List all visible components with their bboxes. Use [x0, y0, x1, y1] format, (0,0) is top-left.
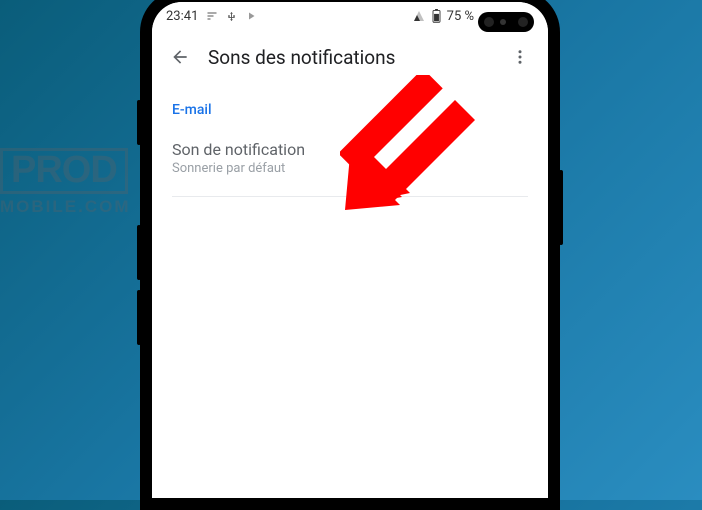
setting-subtitle: Sonnerie par défaut [172, 161, 528, 176]
more-vert-icon [511, 48, 529, 66]
status-time: 23:41 [166, 9, 198, 24]
arrow-back-icon [170, 47, 190, 67]
phone-side-button [559, 170, 563, 245]
watermark-sub: MOBILE.COM [0, 197, 131, 217]
section-label-email: E-mail [172, 102, 528, 118]
play-store-icon [245, 10, 257, 22]
status-battery-text: 75 % [447, 9, 474, 24]
back-button[interactable] [160, 37, 200, 77]
app-bar: Sons des notifications [152, 30, 548, 84]
camera-cutout [478, 12, 534, 32]
battery-icon [432, 9, 441, 23]
content-area: E-mail Son de notification Sonnerie par … [152, 84, 548, 197]
settings-toggle-icon [206, 10, 218, 22]
usb-icon [226, 11, 237, 22]
phone-side-button [137, 100, 141, 145]
phone-screen: 23:41 75 % [152, 2, 548, 498]
watermark-overlay: PROD MOBILE.COM [0, 148, 131, 217]
notification-sound-setting[interactable]: Son de notification Sonnerie par défaut [172, 140, 528, 192]
phone-side-button [137, 290, 141, 345]
page-title: Sons des notifications [208, 46, 500, 69]
setting-title: Son de notification [172, 140, 528, 159]
signal-icon [412, 10, 426, 22]
divider [172, 196, 528, 197]
watermark-main: PROD [0, 148, 128, 194]
phone-frame: 23:41 75 % [140, 0, 560, 510]
more-options-button[interactable] [500, 37, 540, 77]
phone-side-button [137, 225, 141, 280]
